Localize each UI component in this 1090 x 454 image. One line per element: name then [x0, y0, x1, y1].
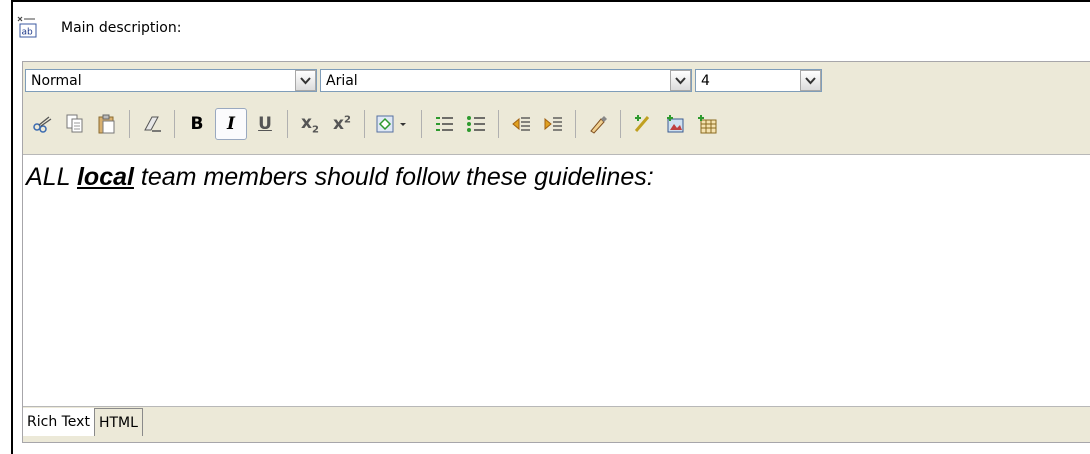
subscript-mark: 2 — [312, 124, 319, 136]
toolbar-separator — [575, 110, 576, 138]
editor-mode-tabs: Rich Text HTML — [23, 408, 1089, 436]
cut-icon[interactable] — [29, 110, 57, 138]
tab-rich-text[interactable]: Rich Text — [23, 408, 95, 436]
chevron-down-icon[interactable] — [800, 70, 821, 91]
bold-button[interactable]: B — [183, 110, 211, 138]
text-field-icon: ab — [17, 16, 37, 38]
underline-icon: U — [258, 114, 272, 134]
subscript-icon: x2 — [301, 113, 319, 135]
italic-icon: I — [227, 114, 235, 134]
format-dropdowns: Normal Arial 4 — [25, 65, 1090, 95]
font-family-select[interactable]: Arial — [320, 69, 692, 92]
toolbar-separator — [364, 110, 365, 138]
superscript-mark: 2 — [344, 114, 351, 126]
insert-table-icon[interactable] — [693, 110, 721, 138]
insert-image-icon[interactable] — [661, 110, 689, 138]
underline-button[interactable]: U — [251, 110, 279, 138]
field-header: ab Main description: — [17, 16, 417, 40]
insert-link-button[interactable] — [373, 110, 413, 138]
font-family-value: Arial — [326, 72, 358, 89]
editor-text-emphasis: local — [76, 163, 134, 191]
bulleted-list-icon[interactable] — [462, 110, 490, 138]
toolbar-separator — [421, 110, 422, 138]
spell-check-icon[interactable] — [629, 110, 657, 138]
superscript-button[interactable]: x2 — [328, 110, 356, 138]
field-label: Main description: — [61, 20, 182, 36]
superscript-base: x — [333, 114, 344, 134]
subscript-button[interactable]: x2 — [296, 110, 324, 138]
font-size-value: 4 — [701, 72, 710, 89]
superscript-icon: x2 — [333, 114, 351, 134]
toolbar-separator — [498, 110, 499, 138]
clear-format-icon[interactable] — [138, 110, 166, 138]
toolbar-separator — [174, 110, 175, 138]
tab-html[interactable]: HTML — [94, 408, 143, 436]
font-size-select[interactable]: 4 — [695, 69, 822, 92]
bold-icon: B — [190, 114, 204, 134]
paragraph-style-value: Normal — [31, 72, 82, 89]
copy-icon[interactable] — [61, 110, 89, 138]
editor-text-pre: ALL — [26, 163, 77, 191]
subscript-base: x — [301, 112, 312, 133]
indent-icon[interactable] — [539, 110, 567, 138]
formatting-toolbar: B I U x2 x2 — [23, 102, 1089, 146]
editor-text-post: team members should follow these guideli… — [133, 163, 654, 191]
italic-button[interactable]: I — [215, 108, 247, 140]
outdent-icon[interactable] — [507, 110, 535, 138]
numbered-list-icon[interactable] — [430, 110, 458, 138]
toolbar-separator — [620, 110, 621, 138]
chevron-down-icon[interactable] — [295, 70, 316, 91]
editor-content-area[interactable]: ALL local team members should follow the… — [23, 154, 1090, 407]
paragraph-style-select[interactable]: Normal — [25, 69, 317, 92]
highlight-icon[interactable] — [584, 110, 612, 138]
toolbar-separator — [287, 110, 288, 138]
rich-text-editor: Normal Arial 4 B I U x2 x2 ALL local tea… — [22, 61, 1090, 443]
svg-text:ab: ab — [22, 28, 34, 38]
chevron-down-icon[interactable] — [670, 70, 691, 91]
insert-link-icon — [376, 115, 406, 133]
toolbar-separator — [129, 110, 130, 138]
paste-icon[interactable] — [93, 110, 121, 138]
editor-text: ALL local team members should follow the… — [26, 163, 654, 192]
